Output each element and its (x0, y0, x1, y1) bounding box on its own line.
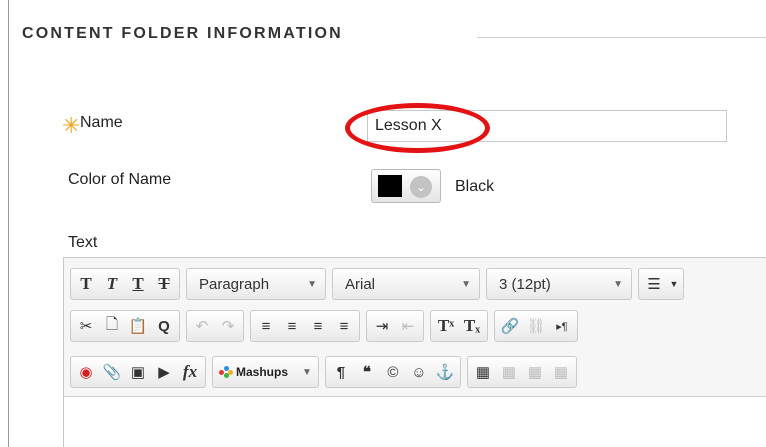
unlink-icon[interactable]: ⛓ (523, 311, 549, 341)
toolbar-row-2: ✂ 🗋 📋 Q ↶ ↷ ≡ ≡ ≡ ≡ ⇥ ⇤ Tˣ Tₓ 🔗 ⛓ ▸¶ (70, 309, 584, 343)
clipboard-group: ✂ 🗋 📋 Q (70, 310, 180, 342)
attachment-icon[interactable]: 📎 (99, 357, 125, 387)
emoticon-icon[interactable]: ☺ (406, 357, 432, 387)
paragraph-format-value: Paragraph (199, 275, 270, 293)
table-group: ▦ ▦ ▦ ▦ (466, 356, 577, 388)
paragraph-direction-icon[interactable]: ▸¶ (549, 311, 575, 341)
selected-color-name: Black (455, 178, 495, 195)
align-left-icon[interactable]: ≡ (253, 311, 279, 341)
subscript-icon[interactable]: Tₓ (459, 311, 485, 341)
section-title: CONTENT FOLDER INFORMATION (22, 25, 343, 42)
text-style-group: T T T T (70, 268, 180, 300)
blockquote-icon[interactable]: ❝ (354, 357, 380, 387)
bold-icon[interactable]: T (73, 269, 99, 299)
font-family-select[interactable]: Arial ▼ (332, 268, 480, 300)
chevron-down-icon: ▼ (302, 366, 312, 378)
strikethrough-icon[interactable]: T (151, 269, 177, 299)
paragraph-format-select[interactable]: Paragraph ▼ (186, 268, 326, 300)
color-swatch (378, 175, 402, 197)
indent-group: ⇥ ⇤ (366, 310, 424, 342)
font-size-select[interactable]: 3 (12pt) ▼ (486, 268, 632, 300)
color-picker-button[interactable]: ⌄ (371, 169, 441, 203)
link-group: 🔗 ⛓ ▸¶ (494, 310, 578, 342)
insert-symbols-group: ¶ ❝ © ☺ ⚓ (324, 356, 461, 388)
chevron-down-icon: ⌄ (410, 176, 432, 198)
link-icon[interactable]: 🔗 (497, 311, 523, 341)
anchor-icon[interactable]: ⚓ (432, 357, 458, 387)
font-family-value: Arial (345, 275, 376, 293)
redo-icon[interactable]: ↷ (215, 311, 241, 341)
table-column-icon[interactable]: ▦ (522, 357, 548, 387)
script-group: Tˣ Tₓ (430, 310, 488, 342)
font-size-value: 3 (12pt) (499, 275, 551, 293)
mashups-label: Mashups (236, 365, 289, 379)
table-row-icon[interactable]: ▦ (496, 357, 522, 387)
find-icon[interactable]: Q (151, 311, 177, 341)
align-center-icon[interactable]: ≡ (279, 311, 305, 341)
formula-icon[interactable]: fx (177, 357, 203, 387)
mashups-button: Mashups (219, 365, 288, 379)
required-star-icon: ✳ (62, 113, 81, 138)
superscript-icon[interactable]: Tˣ (433, 311, 459, 341)
indent-icon[interactable]: ⇥ (369, 311, 395, 341)
table-icon[interactable]: ▦ (470, 357, 496, 387)
mashups-icon (219, 366, 233, 378)
toolbar-row-1: T T T T Paragraph ▼ Arial ▼ 3 (12pt) ▼ ☰ ▼ (70, 267, 690, 301)
chevron-down-icon: ▼ (307, 278, 317, 290)
toolbar-row-3: ◉ 📎 ▣ ▶ fx Mashups ▼ ¶ ❝ © ☺ ⚓ ▦ ▦ ▦ ▦ (70, 355, 583, 389)
align-right-icon[interactable]: ≡ (305, 311, 331, 341)
section-divider (477, 37, 766, 38)
paste-icon[interactable]: 📋 (125, 311, 151, 341)
copy-icon[interactable]: 🗋 (99, 311, 125, 341)
underline-icon[interactable]: T (125, 269, 151, 299)
text-label: Text (68, 234, 98, 251)
chevron-down-icon: ▼ (461, 278, 471, 290)
name-label: Name (80, 114, 123, 131)
outdent-icon[interactable]: ⇤ (395, 311, 421, 341)
image-icon[interactable]: ▣ (125, 357, 151, 387)
chevron-down-icon: ▼ (613, 278, 623, 290)
bulleted-list-icon[interactable]: ☰ (641, 269, 667, 299)
color-of-name-label: Color of Name (68, 171, 172, 188)
undo-redo-group: ↶ ↷ (186, 310, 244, 342)
insert-media-group: ◉ 📎 ▣ ▶ fx (70, 356, 206, 388)
video-icon[interactable]: ▶ (151, 357, 177, 387)
text-editor-content-area[interactable] (63, 396, 766, 447)
italic-icon[interactable]: T (99, 269, 125, 299)
mashups-dropdown[interactable]: Mashups ▼ (212, 356, 319, 388)
chevron-down-icon[interactable]: ▼ (667, 269, 681, 299)
table-cell-icon[interactable]: ▦ (548, 357, 574, 387)
align-justify-icon[interactable]: ≡ (331, 311, 357, 341)
record-icon[interactable]: ◉ (73, 357, 99, 387)
cut-icon[interactable]: ✂ (73, 311, 99, 341)
name-input[interactable] (367, 110, 727, 142)
pilcrow-icon[interactable]: ¶ (328, 357, 354, 387)
copyright-icon[interactable]: © (380, 357, 406, 387)
list-group: ☰ ▼ (638, 268, 684, 300)
alignment-group: ≡ ≡ ≡ ≡ (250, 310, 360, 342)
undo-icon[interactable]: ↶ (189, 311, 215, 341)
